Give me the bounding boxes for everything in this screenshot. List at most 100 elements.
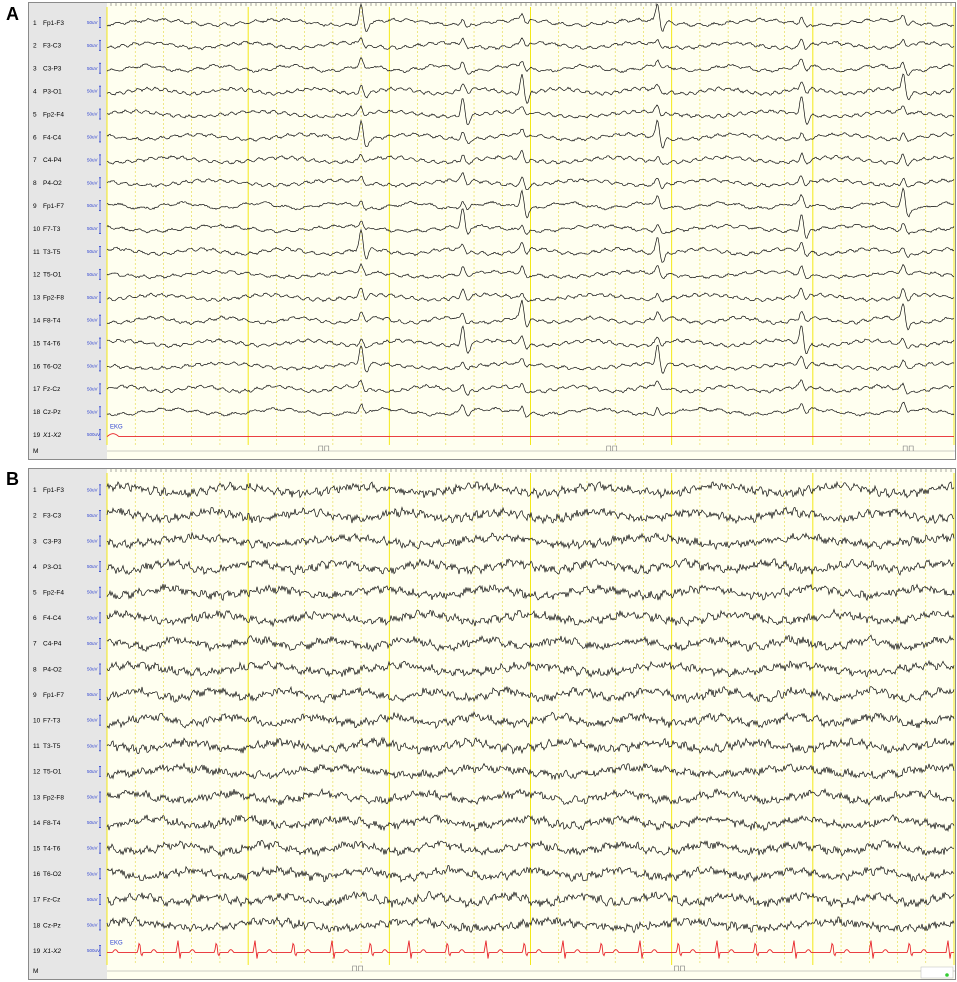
channel-number: 3 <box>33 66 37 73</box>
channel-name: X1-X2 <box>42 432 61 439</box>
channel-number: 1 <box>33 20 37 27</box>
channel-number: 11 <box>33 743 40 750</box>
channel-scale: 50uV <box>87 203 98 208</box>
channel-scale: 50uV <box>87 20 98 25</box>
channel-scale: 50uV <box>87 667 98 672</box>
channel-number: 8 <box>33 180 37 187</box>
channel-scale: 50uV <box>87 769 98 774</box>
channel-number: 19 <box>33 432 41 439</box>
channel-number: 12 <box>33 272 41 279</box>
channel-number: 16 <box>33 871 41 878</box>
channel-scale: 50uV <box>87 718 98 723</box>
panel-letter-a: A <box>6 4 19 24</box>
channel-scale: 50uV <box>87 249 98 254</box>
channel-scale: 50uV <box>87 363 98 368</box>
channel-scale: 50uV <box>87 871 98 876</box>
channel-number: 15 <box>33 846 41 853</box>
channel-name: Fz-Cz <box>43 897 60 904</box>
channel-name: P3-O1 <box>43 88 62 95</box>
channel-name: Fp2-F8 <box>43 794 64 801</box>
channel-number: 18 <box>33 409 41 416</box>
channel-scale: 500uV <box>87 948 100 953</box>
eeg-panel-a: 1 Fp1-F3 50uV 2 F3-C3 50uV 3 C3-P3 50uV 4 P3-O1 50u… <box>28 2 956 460</box>
channel-name: P4-O2 <box>43 180 62 187</box>
eeg-panel-b: 1 Fp1-F3 50uV 2 F3-C3 50uV 3 C3-P3 50uV 4 P3-O1 50u… <box>28 468 956 980</box>
channel-name: F8-T4 <box>43 317 61 324</box>
channel-name: T5-O1 <box>43 769 62 776</box>
channel-name: P3-O1 <box>43 564 62 571</box>
channel-scale: 50uV <box>87 180 98 185</box>
channel-scale: 50uV <box>87 318 98 323</box>
channel-name: X1-X2 <box>42 948 61 955</box>
channel-name: Fp2-F4 <box>43 111 64 118</box>
channel-scale: 50uV <box>87 897 98 902</box>
channel-number: 17 <box>33 386 41 393</box>
channel-number: 12 <box>33 769 41 776</box>
channel-number: 8 <box>33 666 37 673</box>
channel-name: Fz-Cz <box>43 386 60 393</box>
channel-scale: 50uV <box>87 487 98 492</box>
channel-scale: 50uV <box>87 692 98 697</box>
channel-name: C3-P3 <box>43 66 62 73</box>
channel-scale: 50uV <box>87 226 98 231</box>
eeg-chart-a: 1 Fp1-F3 50uV 2 F3-C3 50uV 3 C3-P3 50uV 4 P3-O1 50u… <box>29 3 955 459</box>
channel-name: F8-T4 <box>43 820 61 827</box>
channel-name: Fp1-F3 <box>43 487 64 494</box>
channel-name: F4-C4 <box>43 615 61 622</box>
channel-number: 6 <box>33 615 37 622</box>
channel-name: T6-O2 <box>43 871 62 878</box>
channel-number: 17 <box>33 897 41 904</box>
channel-scale: 50uV <box>87 795 98 800</box>
channel-number: 9 <box>33 203 37 210</box>
channel-number: 19 <box>33 948 41 955</box>
channel-number: 4 <box>33 88 37 95</box>
channel-number: 6 <box>33 134 37 141</box>
channel-scale: 50uV <box>87 641 98 646</box>
channel-name: F3-C3 <box>43 43 61 50</box>
channel-number: 3 <box>33 538 37 545</box>
channel-number: 14 <box>33 317 41 324</box>
channel-number: 7 <box>33 157 37 164</box>
channel-name: Fp1-F7 <box>43 203 64 210</box>
channel-scale: 50uV <box>87 157 98 162</box>
channel-number: 2 <box>33 43 37 50</box>
channel-number: 9 <box>33 692 37 699</box>
channel-scale: 50uV <box>87 615 98 620</box>
channel-number: 1 <box>33 487 37 494</box>
channel-number: 5 <box>33 111 37 118</box>
panel-letter-b: B <box>6 469 19 489</box>
channel-scale: 50uV <box>87 846 98 851</box>
channel-name: Cz-Pz <box>43 409 61 416</box>
channel-scale: 50uV <box>87 89 98 94</box>
ekg-label: EKG <box>110 425 123 431</box>
channel-scale: 50uV <box>87 564 98 569</box>
channel-scale: 50uV <box>87 66 98 71</box>
channel-name: F7-T3 <box>43 226 61 233</box>
channel-number: 2 <box>33 513 37 520</box>
channel-number: 13 <box>33 794 41 801</box>
channel-number: 10 <box>33 718 41 725</box>
eeg-chart-b: 1 Fp1-F3 50uV 2 F3-C3 50uV 3 C3-P3 50uV 4 P3-O1 50u… <box>29 469 955 979</box>
channel-scale: 50uV <box>87 539 98 544</box>
channel-number: 13 <box>33 295 41 302</box>
channel-scale: 50uV <box>87 112 98 117</box>
channel-number: 18 <box>33 922 41 929</box>
channel-number: 10 <box>33 226 41 233</box>
channel-label-panel <box>29 469 107 979</box>
channel-number: 15 <box>33 340 41 347</box>
ekg-label: EKG <box>110 941 123 947</box>
channel-scale: 50uV <box>87 820 98 825</box>
channel-name: Fp2-F8 <box>43 295 64 302</box>
channel-name: T5-O1 <box>43 272 62 279</box>
channel-scale: 50uV <box>87 590 98 595</box>
channel-scale: 50uV <box>87 341 98 346</box>
channel-scale: 50uV <box>87 272 98 277</box>
channel-number: 14 <box>33 820 41 827</box>
channel-name: Fp1-F7 <box>43 692 64 699</box>
channel-name: C4-P4 <box>43 641 62 648</box>
channel-number: 16 <box>33 363 41 370</box>
channel-scale: 50uV <box>87 923 98 928</box>
status-dot <box>945 973 949 977</box>
channel-scale: 50uV <box>87 295 98 300</box>
channel-name: C3-P3 <box>43 538 62 545</box>
